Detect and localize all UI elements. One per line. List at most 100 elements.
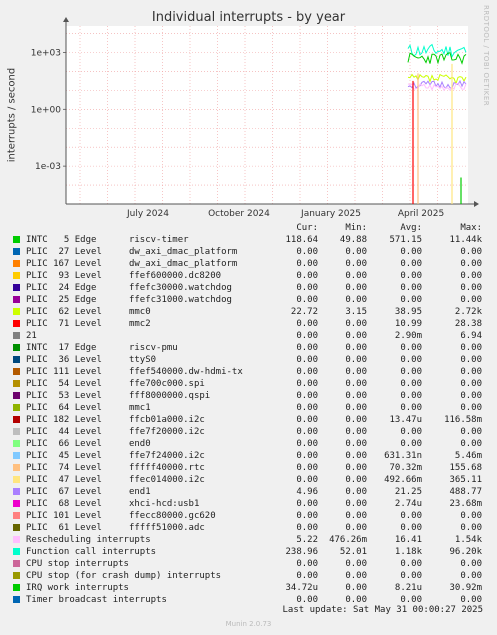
series-avg-value: 0.00 [400,343,422,353]
series-avg-value: 0.00 [400,559,422,569]
series-avg-value: 1.18k [394,547,422,557]
legend-swatch [13,464,20,471]
legend-row: PLIC 62 Level mmc0 22.72 3.15 38.95 2.72k [12,306,492,318]
legend-swatch [13,308,20,315]
legend-swatch [13,572,20,579]
series-min-value: 0.00 [345,331,367,341]
legend-swatch [13,356,20,363]
legend-swatch [13,404,20,411]
series-max-value: 96.20k [449,547,482,557]
series-label: PLIC 44 Level ffe7f20000.i2c [26,427,205,437]
series-min-value: 0.00 [345,319,367,329]
legend-row: PLIC 101 Level ffecc80000.gc620 0.00 0.00 0… [12,510,492,522]
series-min-value: 0.00 [345,415,367,425]
series-label: PLIC 45 Level ffe7f24000.i2c [26,451,205,461]
legend-row: 21 0.00 0.00 2.90m 6.94 [12,330,492,342]
series-max-value: 116.58m [444,415,482,425]
legend-swatch [13,344,20,351]
legend-swatch [13,548,20,555]
series-max-value: 5.46m [454,451,482,461]
series-max-value: 23.68m [449,499,482,509]
series-max-value: 0.00 [460,559,482,569]
series-avg-value: 0.00 [400,259,422,269]
series-avg-value: 0.00 [400,367,422,377]
plot-area: 1e+03 1e+00 1e-03 July 2024 October 2024 Janu… [31,17,479,219]
legend-row: PLIC 45 Level ffe7f24000.i2c 0.00 0.00 631.… [12,450,492,462]
series-min-value: 0.00 [345,343,367,353]
legend-row: PLIC 61 Level fffff51000.adc 0.00 0.00 0.00… [12,522,492,534]
legend-swatch [13,596,20,603]
series-max-value: 365.11 [449,475,482,485]
legend-row: PLIC 53 Level fff8000000.qspi 0.00 0.00 0.0… [12,390,492,402]
series-avg-value: 0.00 [400,511,422,521]
series-max-value: 0.00 [460,391,482,401]
series-avg-value: 571.15 [389,235,422,245]
series-avg-value: 631.31n [384,451,422,461]
series-min-value: 0.00 [345,247,367,257]
legend-swatch [13,500,20,507]
series-max-value: 0.00 [460,427,482,437]
legend-swatch [13,320,20,327]
series-min-value: 0.00 [345,523,367,533]
legend-row: PLIC 64 Level mmc1 0.00 0.00 0.00 0.00 [12,402,492,414]
legend-swatch [13,332,20,339]
series-min-value: 0.00 [345,283,367,293]
series-min-value: 0.00 [345,259,367,269]
series-label: Function call interrupts [26,547,157,557]
last-update: Last update: Sat May 31 00:00:27 2025 [282,605,483,615]
series-label: PLIC 47 Level ffec014000.i2c [26,475,205,485]
legend-swatch [13,260,20,267]
series-max-value: 0.00 [460,403,482,413]
series-label: Rescheduling interrupts [26,535,151,545]
series-max-value: 0.00 [460,379,482,389]
legend-row: PLIC 67 Level end1 4.96 0.00 21.25 488.77 [12,486,492,498]
series-label: PLIC 182 Level ffcb01a000.i2c [26,415,205,425]
series-avg-value: 0.00 [400,523,422,533]
series-label: PLIC 25 Edge ffefc31000.watchdog [26,295,232,305]
legend-row: INTC 5 Edge riscv-timer 118.64 49.88 571.15… [12,234,492,246]
legend-row: PLIC 47 Level ffec014000.i2c 0.00 0.00 492.… [12,474,492,486]
legend-row: PLIC 24 Edge ffefc30000.watchdog 0.00 0.00… [12,282,492,294]
legend-row: IRQ work interrupts 34.72u 0.00 8.21u 30.92m [12,582,492,594]
series-max-value: 11.44k [449,235,482,245]
series-max-value: 0.00 [460,355,482,365]
series-avg-value: 0.00 [400,355,422,365]
series-min-value: 0.00 [345,295,367,305]
legend-swatch [13,512,20,519]
series-min-value: 3.15 [345,307,367,317]
series-max-value: 0.00 [460,367,482,377]
legend-row: PLIC 27 Level dw_axi_dmac_platform 0.00 0.… [12,246,492,258]
col-avg-header: Avg: [400,223,422,233]
series-min-value: 0.00 [345,403,367,413]
legend-swatch [13,416,20,423]
series-label: PLIC 61 Level fffff51000.adc [26,523,205,533]
x-tick-label: April 2025 [398,209,444,219]
series-min-value: 0.00 [345,571,367,581]
series-label: CPU stop (for crash dump) interrupts [26,571,222,581]
series-max-value: 155.68 [449,463,482,473]
series-avg-value: 0.00 [400,391,422,401]
legend-swatch [13,536,20,543]
series-min-value: 0.00 [345,391,367,401]
series-avg-value: 2.90m [394,331,422,341]
series-label: PLIC 101 Level ffecc80000.gc620 [26,511,216,521]
col-max-header: Max: [460,223,482,233]
legend-swatch [13,584,20,591]
legend-table: Cur: Min: Avg: Max: INTC 5 Edge riscv-ti… [12,222,492,606]
series-max-value: 0.00 [460,523,482,533]
series-label: INTC 17 Edge riscv-pmu [26,343,178,353]
series-min-value: 0.00 [345,451,367,461]
series-label: PLIC 68 Level xhci-hcd:usb1 [26,499,200,509]
series-avg-value: 10.99 [394,319,422,329]
legend-row: INTC 17 Edge riscv-pmu 0.00 0.00 0.00 0.00 [12,342,492,354]
series-label: CPU stop interrupts [26,559,129,569]
series-avg-value: 0.00 [400,427,422,437]
series-min-value: 0.00 [345,487,367,497]
y-axis-arrow [63,17,69,22]
legend-row: PLIC 93 Level ffef600000.dc8200 0.00 0.00 0… [12,270,492,282]
series-label: PLIC 64 Level mmc1 [26,403,151,413]
col-min-header: Min: [345,223,367,233]
series-max-value: 6.94 [460,331,482,341]
y-tick-label: 1e+03 [31,49,61,59]
series-min-value: 49.88 [339,235,367,245]
